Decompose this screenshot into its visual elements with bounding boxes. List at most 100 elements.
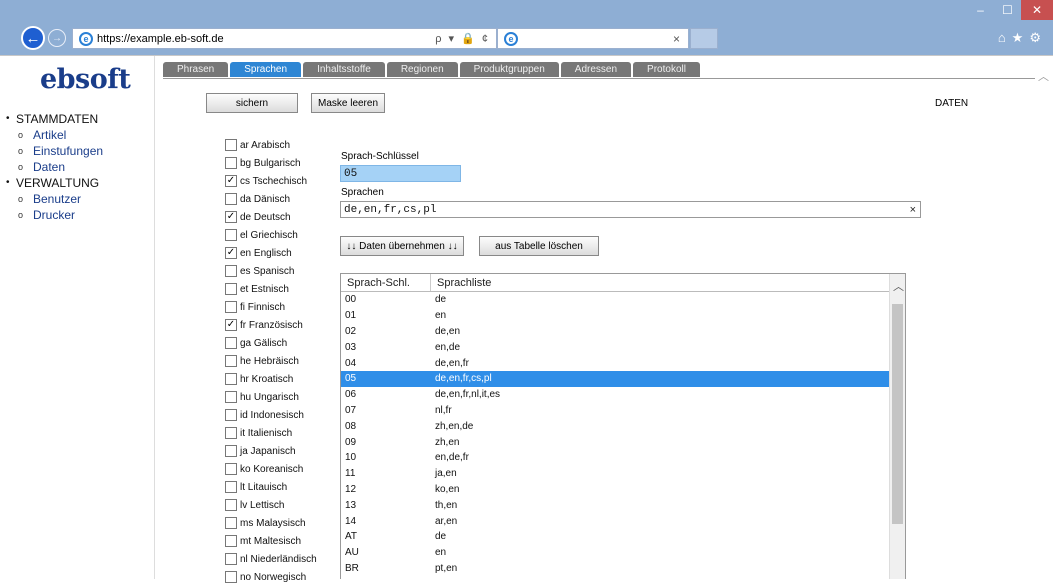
- checked-checkbox-icon[interactable]: ✓: [225, 319, 237, 331]
- checkbox-icon[interactable]: [225, 139, 237, 151]
- table-row[interactable]: 01 en: [341, 308, 905, 324]
- language-checkbox-row[interactable]: bg Bulgarisch: [225, 154, 330, 172]
- language-checkbox-row[interactable]: fi Finnisch: [225, 298, 330, 316]
- new-tab-button[interactable]: [690, 28, 718, 49]
- language-checkbox-row[interactable]: nl Niederländisch: [225, 550, 330, 568]
- table-row[interactable]: 08 zh,en,de: [341, 418, 905, 434]
- language-checkbox-row[interactable]: id Indonesisch: [225, 406, 330, 424]
- table-row[interactable]: BR pt,en: [341, 561, 905, 577]
- checked-checkbox-icon[interactable]: ✓: [225, 175, 237, 187]
- language-checkbox-row[interactable]: es Spanisch: [225, 262, 330, 280]
- browser-tab[interactable]: e ×: [497, 28, 689, 49]
- scrollbar-thumb[interactable]: [892, 304, 903, 524]
- table-row[interactable]: 12 ko,en: [341, 482, 905, 498]
- column-header-list[interactable]: Sprachliste: [431, 277, 491, 289]
- tab-sprachen[interactable]: Sprachen: [230, 62, 302, 77]
- language-checkbox-row[interactable]: lv Lettisch: [225, 496, 330, 514]
- checked-checkbox-icon[interactable]: ✓: [225, 211, 237, 223]
- sidebar-item-artikel[interactable]: o Artikel: [6, 127, 156, 143]
- checkbox-icon[interactable]: [225, 535, 237, 547]
- language-checkbox-row[interactable]: ✓ fr Französisch: [225, 316, 330, 334]
- language-checkbox-row[interactable]: lt Litauisch: [225, 478, 330, 496]
- language-checkbox-row[interactable]: da Dänisch: [225, 190, 330, 208]
- language-checkbox-row[interactable]: he Hebräisch: [225, 352, 330, 370]
- table-row[interactable]: 10 en,de,fr: [341, 450, 905, 466]
- checked-checkbox-icon[interactable]: ✓: [225, 247, 237, 259]
- checkbox-icon[interactable]: [225, 499, 237, 511]
- checkbox-icon[interactable]: [225, 301, 237, 313]
- checkbox-icon[interactable]: [225, 283, 237, 295]
- checkbox-icon[interactable]: [225, 427, 237, 439]
- table-row[interactable]: 03 en,de: [341, 339, 905, 355]
- table-row[interactable]: 05 de,en,fr,cs,pl: [341, 370, 905, 387]
- checkbox-icon[interactable]: [225, 391, 237, 403]
- table-row[interactable]: 11 ja,en: [341, 466, 905, 482]
- close-icon[interactable]: ✕: [1021, 0, 1053, 20]
- tab-produktgruppen[interactable]: Produktgruppen: [459, 62, 559, 77]
- checkbox-icon[interactable]: [225, 409, 237, 421]
- back-arrow-icon[interactable]: ←: [21, 26, 45, 50]
- sidebar-item-benutzer[interactable]: o Benutzer: [6, 191, 156, 207]
- checkbox-icon[interactable]: [225, 337, 237, 349]
- forward-arrow-icon[interactable]: →: [48, 29, 66, 47]
- table-row[interactable]: 14 ar,en: [341, 513, 905, 529]
- table-row[interactable]: AT de: [341, 529, 905, 545]
- language-checkbox-row[interactable]: ✓ de Deutsch: [225, 208, 330, 226]
- tab-protokoll[interactable]: Protokoll: [633, 62, 700, 77]
- save-button[interactable]: sichern: [206, 93, 298, 113]
- checkbox-icon[interactable]: [225, 481, 237, 493]
- language-checkbox-row[interactable]: ar Arabisch: [225, 136, 330, 154]
- checkbox-icon[interactable]: [225, 463, 237, 475]
- language-checkbox-row[interactable]: ga Gälisch: [225, 334, 330, 352]
- tab-phrasen[interactable]: Phrasen: [163, 62, 229, 77]
- table-row[interactable]: 06 de,en,fr,nl,it,es: [341, 387, 905, 403]
- language-checkbox-row[interactable]: no Norwegisch: [225, 568, 330, 586]
- language-checkbox-row[interactable]: it Italienisch: [225, 424, 330, 442]
- maximize-icon[interactable]: ☐: [994, 0, 1021, 20]
- checkbox-icon[interactable]: [225, 517, 237, 529]
- checkbox-icon[interactable]: [225, 355, 237, 367]
- url-text[interactable]: https://example.eb-soft.de: [97, 33, 224, 45]
- table-row[interactable]: 04 de,en,fr: [341, 355, 905, 371]
- language-checkbox-row[interactable]: ja Japanisch: [225, 442, 330, 460]
- checkbox-icon[interactable]: [225, 157, 237, 169]
- table-row[interactable]: 02 de,en: [341, 324, 905, 340]
- checkbox-icon[interactable]: [225, 571, 237, 583]
- table-row[interactable]: 00 de: [341, 292, 905, 308]
- key-input[interactable]: 05: [340, 165, 461, 182]
- table-row[interactable]: 07 nl,fr: [341, 403, 905, 419]
- tab-inhaltsstoffe[interactable]: Inhaltsstoffe: [303, 62, 385, 77]
- tab-close-icon[interactable]: ×: [673, 32, 680, 46]
- tab-adressen[interactable]: Adressen: [560, 62, 632, 77]
- language-checkbox-row[interactable]: ko Koreanisch: [225, 460, 330, 478]
- language-checkbox-row[interactable]: ms Malaysisch: [225, 514, 330, 532]
- checkbox-icon[interactable]: [225, 193, 237, 205]
- checkbox-icon[interactable]: [225, 265, 237, 277]
- clear-input-icon[interactable]: ×: [910, 204, 916, 216]
- languages-input[interactable]: de,en,fr,cs,pl ×: [340, 201, 921, 218]
- address-bar[interactable]: e https://example.eb-soft.de ρ ▾ 🔒 ¢: [72, 28, 497, 49]
- language-checkbox-row[interactable]: ✓ en Englisch: [225, 244, 330, 262]
- checkbox-icon[interactable]: [225, 553, 237, 565]
- checkbox-icon[interactable]: [225, 373, 237, 385]
- table-row[interactable]: AU en: [341, 545, 905, 561]
- column-header-key[interactable]: Sprach-Schl.: [341, 274, 431, 291]
- address-controls-icon[interactable]: ρ ▾ 🔒 ¢: [435, 32, 490, 45]
- table-row[interactable]: 13 th,en: [341, 497, 905, 513]
- checkbox-icon[interactable]: [225, 445, 237, 457]
- sidebar-item-daten[interactable]: o Daten: [6, 159, 156, 175]
- apply-data-button[interactable]: ↓↓ Daten übernehmen ↓↓: [340, 236, 464, 256]
- minimize-icon[interactable]: –: [967, 0, 994, 20]
- language-checkbox-row[interactable]: hu Ungarisch: [225, 388, 330, 406]
- language-checkbox-row[interactable]: et Estnisch: [225, 280, 330, 298]
- scroll-up-icon[interactable]: ︿: [893, 278, 904, 294]
- language-checkbox-row[interactable]: el Griechisch: [225, 226, 330, 244]
- sidebar-item-drucker[interactable]: o Drucker: [6, 207, 156, 223]
- language-checkbox-row[interactable]: hr Kroatisch: [225, 370, 330, 388]
- table-row[interactable]: 09 zh,en: [341, 434, 905, 450]
- home-star-gear-icon[interactable]: ⌂★⚙: [998, 30, 1047, 46]
- language-checkbox-row[interactable]: mt Maltesisch: [225, 532, 330, 550]
- scroll-up-icon[interactable]: ︿: [1038, 68, 1049, 84]
- clear-form-button[interactable]: Maske leeren: [311, 93, 385, 113]
- sidebar-item-einstufungen[interactable]: o Einstufungen: [6, 143, 156, 159]
